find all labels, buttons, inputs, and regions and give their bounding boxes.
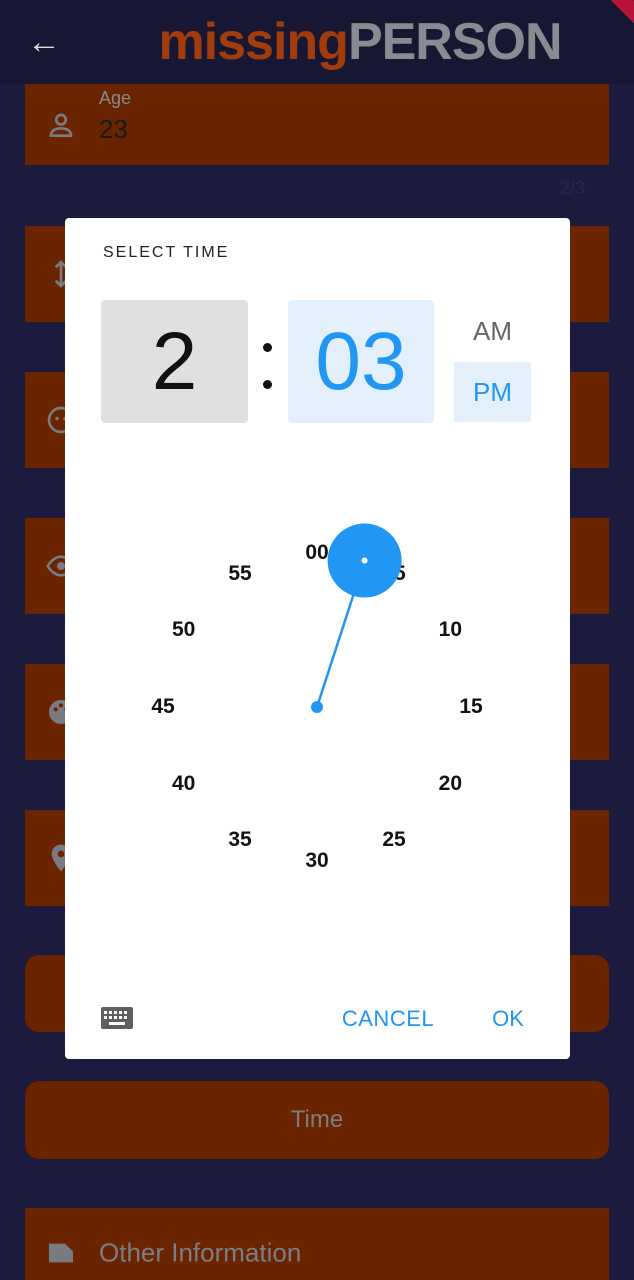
age-label: Age [99, 88, 132, 108]
app-title-part2: PERSON [347, 13, 563, 71]
note-icon [49, 1243, 73, 1263]
ok-button[interactable]: OK [483, 1000, 533, 1038]
step-counter: 2/3 [560, 178, 586, 198]
dialog-title: SELECT TIME [103, 244, 230, 261]
person-icon [49, 113, 73, 137]
keyboard-icon[interactable] [101, 1007, 133, 1031]
time-picker-dialog: SELECT TIME 2 03 AM PM 00051015202530354… [65, 218, 570, 1059]
time-separator [257, 300, 277, 423]
time-button-label: Time [290, 1106, 344, 1133]
minute-dial[interactable]: 000510152025303540455055 [101, 500, 533, 914]
age-field[interactable]: Age 23 [25, 84, 609, 165]
pm-toggle[interactable]: PM [454, 362, 531, 422]
cancel-button[interactable]: CANCEL [335, 1000, 441, 1038]
age-value: 23 [99, 114, 128, 144]
minute-display[interactable]: 03 [288, 300, 434, 423]
hour-display[interactable]: 2 [101, 300, 248, 423]
time-button[interactable]: Time [25, 1081, 609, 1159]
dial-hand [311, 523, 402, 713]
app-title-part1: missing [158, 13, 348, 71]
other-information-field[interactable]: Other Information [25, 1208, 609, 1280]
other-information-label: Other Information [99, 1237, 302, 1268]
app-bar: ← missingPERSON [0, 0, 634, 84]
app-title: missingPERSON [0, 12, 634, 72]
am-toggle[interactable]: AM [454, 306, 531, 356]
